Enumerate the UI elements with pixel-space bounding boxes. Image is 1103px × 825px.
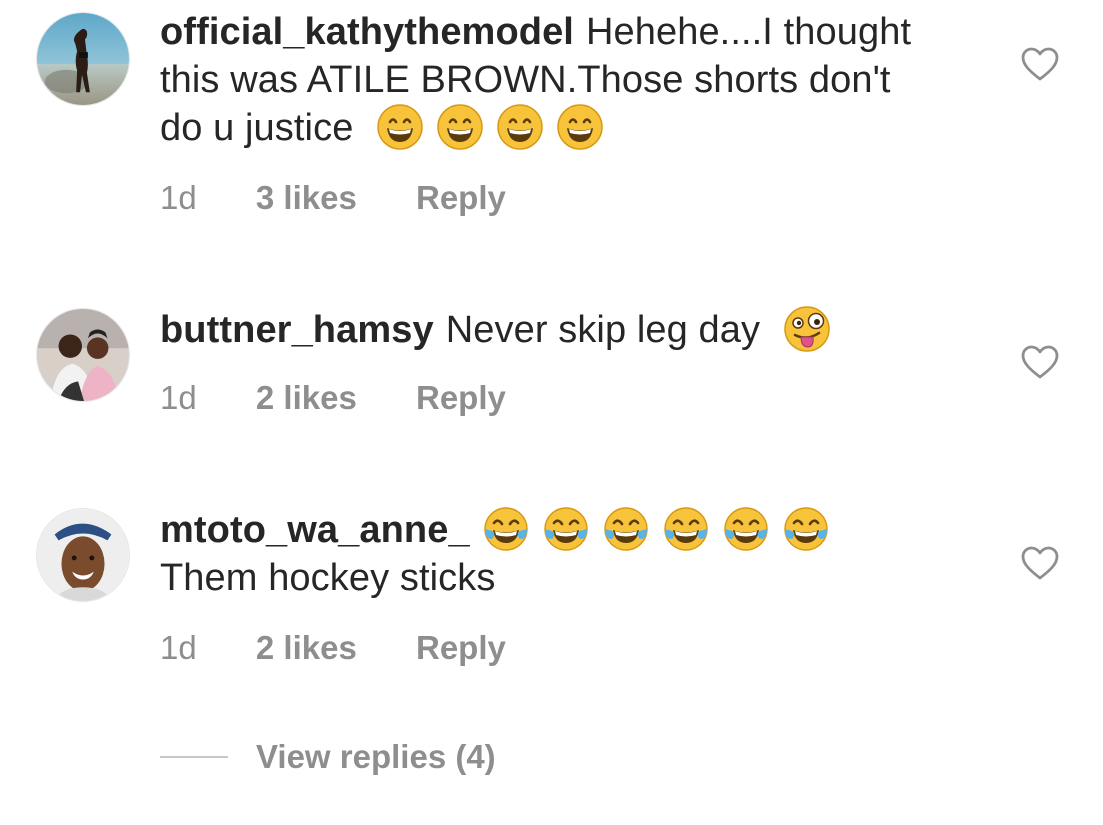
- grinning-face-emoji: [376, 103, 424, 151]
- grinning-face-emoji: [556, 103, 604, 151]
- comment-body: mtoto_wa_anne_ Them hockey sticks: [160, 506, 940, 602]
- username[interactable]: official_kathythemodel: [160, 11, 574, 53]
- like-heart-icon[interactable]: [1020, 344, 1060, 380]
- comment-timestamp: 1d: [160, 179, 197, 216]
- tears-of-joy-emoji: [482, 505, 530, 553]
- replies-divider: [160, 756, 228, 758]
- comment-meta: 1d 2 likes Reply: [160, 378, 506, 418]
- tears-of-joy-emoji: [782, 505, 830, 553]
- emoji-group: [783, 303, 843, 353]
- reply-button[interactable]: Reply: [416, 178, 506, 218]
- avatar-photo-couple: [37, 309, 129, 401]
- comment-body: official_kathythemodel Hehehe....I though…: [160, 8, 940, 152]
- avatar[interactable]: [36, 508, 130, 602]
- view-replies-button[interactable]: View replies (4): [256, 735, 496, 779]
- tears-of-joy-emoji: [722, 505, 770, 553]
- comment-text: Them hockey sticks: [160, 557, 496, 599]
- grinning-face-emoji: [436, 103, 484, 151]
- reply-button[interactable]: Reply: [416, 628, 506, 668]
- avatar[interactable]: [36, 308, 130, 402]
- view-replies[interactable]: View replies (4): [160, 735, 496, 779]
- emoji-group: [482, 503, 842, 553]
- reply-button[interactable]: Reply: [416, 378, 506, 418]
- avatar-photo-beach: [37, 13, 129, 105]
- grinning-face-emoji: [496, 103, 544, 151]
- like-heart-icon[interactable]: [1020, 545, 1060, 581]
- likes-count[interactable]: 3 likes: [256, 178, 357, 218]
- comment-timestamp: 1d: [160, 379, 197, 416]
- comment-timestamp: 1d: [160, 629, 197, 666]
- emoji-group: [376, 101, 616, 151]
- comment-text: Never skip leg day: [445, 309, 761, 351]
- comment-meta: 1d 2 likes Reply: [160, 628, 506, 668]
- username[interactable]: mtoto_wa_anne_: [160, 509, 470, 551]
- comment-body: buttner_hamsy Never skip leg day: [160, 306, 940, 354]
- zany-face-emoji: [783, 305, 831, 353]
- likes-count[interactable]: 2 likes: [256, 628, 357, 668]
- avatar-photo-portrait: [37, 509, 129, 601]
- username[interactable]: buttner_hamsy: [160, 309, 434, 351]
- tears-of-joy-emoji: [602, 505, 650, 553]
- avatar[interactable]: [36, 12, 130, 106]
- tears-of-joy-emoji: [542, 505, 590, 553]
- likes-count[interactable]: 2 likes: [256, 378, 357, 418]
- comment-meta: 1d 3 likes Reply: [160, 178, 506, 218]
- tears-of-joy-emoji: [662, 505, 710, 553]
- like-heart-icon[interactable]: [1020, 46, 1060, 82]
